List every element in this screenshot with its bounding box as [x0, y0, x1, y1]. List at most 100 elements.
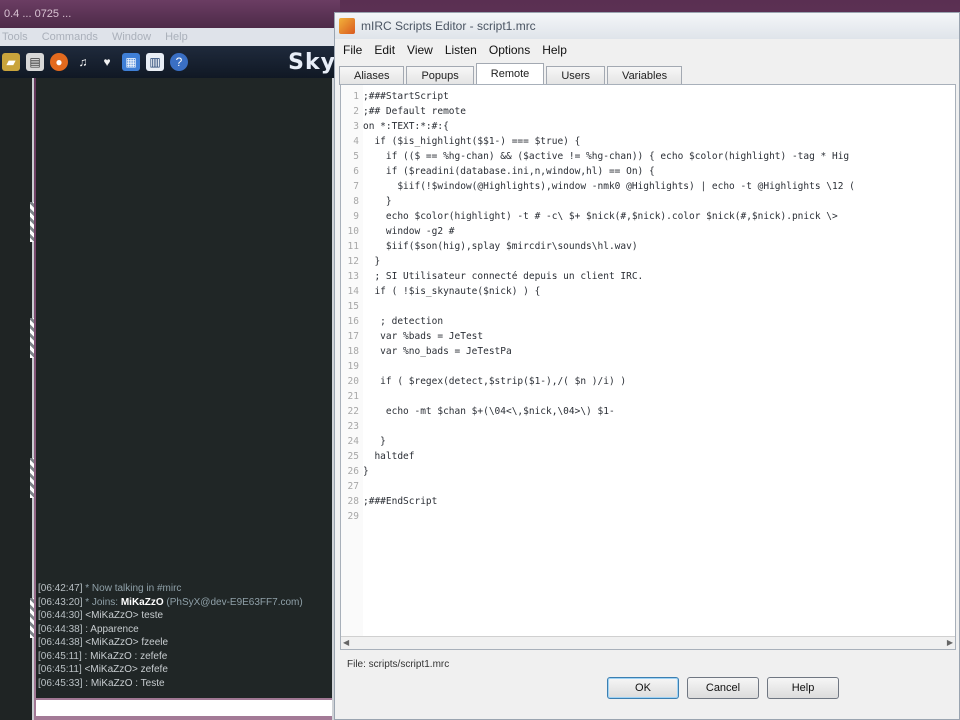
code-line[interactable]: 27 — [341, 479, 955, 494]
tab-aliases[interactable]: Aliases — [339, 66, 405, 85]
code-line[interactable]: 17 var %bads = JeTest — [341, 329, 955, 344]
line-number: 20 — [347, 376, 359, 387]
fox-icon[interactable]: ♥ — [98, 53, 116, 71]
code-line[interactable]: 25 haltdef — [341, 449, 955, 464]
code-line[interactable]: 16 ; detection — [341, 314, 955, 329]
mirc-main-window: 0.4 ... 0725 ... Tools Commands Window H… — [0, 0, 340, 720]
code-line[interactable]: 1 ;###StartScript — [341, 89, 955, 104]
code-line[interactable]: 13 ; SI Utilisateur connecté depuis un c… — [341, 269, 955, 284]
code-text: if ($is_highlight($$1-) === $true) { — [363, 136, 581, 147]
tab-popups[interactable]: Popups — [406, 66, 474, 85]
script-code-editor[interactable]: 1 ;###StartScript 2 ;## Default remote 3 on *… — [340, 84, 956, 650]
chat-pane[interactable]: [06:42:47] * Now talking in #mirc [06:43:… — [36, 78, 332, 698]
list-icon[interactable]: ▥ — [146, 53, 164, 71]
file-path-label: File: scripts/script1.mrc — [347, 659, 450, 670]
chat-text: <MiKaZzO> zefefe — [81, 664, 168, 675]
code-text: echo $color(highlight) -t # -c\ $+ $nick… — [363, 211, 838, 222]
line-number: 9 — [353, 211, 359, 222]
menu-options[interactable]: Options — [489, 43, 530, 57]
firefox-icon[interactable]: ● — [50, 53, 68, 71]
code-line[interactable]: 23 — [341, 419, 955, 434]
scroll-left-arrow-icon[interactable]: ◀ — [343, 638, 349, 647]
code-text: ; SI Utilisateur connecté depuis un clie… — [363, 271, 644, 282]
line-number: 25 — [347, 451, 359, 462]
code-line[interactable]: 20 if ( $regex(detect,$strip($1-),/( $n … — [341, 374, 955, 389]
line-number: 27 — [347, 481, 359, 492]
scrollbar-stripe — [30, 598, 34, 638]
code-line[interactable]: 5 if (($ == %hg-chan) && ($active != %hg… — [341, 149, 955, 164]
tab-variables[interactable]: Variables — [607, 66, 683, 85]
horizontal-scrollbar[interactable]: ◀ ▶ — [341, 636, 955, 649]
line-number: 6 — [353, 166, 359, 177]
chat-text: <MiKaZzO> fzeele — [82, 637, 169, 648]
line-number: 3 — [353, 121, 359, 132]
code-text: $iif($son(hig),splay $mircdir\sounds\hl.… — [363, 241, 638, 252]
code-line[interactable]: 8 } — [341, 194, 955, 209]
cancel-button[interactable]: Cancel — [687, 677, 759, 699]
main-menu-window[interactable]: Window — [112, 28, 151, 46]
code-line[interactable]: 24 } — [341, 434, 955, 449]
code-line[interactable]: 21 — [341, 389, 955, 404]
code-line[interactable]: 15 — [341, 299, 955, 314]
code-line[interactable]: 14 if ( !$is_skynaute($nick) ) { — [341, 284, 955, 299]
code-line[interactable]: 6 if ($readini(database.ini,n,window,hl)… — [341, 164, 955, 179]
code-line[interactable]: 4 if ($is_highlight($$1-) === $true) { — [341, 134, 955, 149]
main-window-title: 0.4 ... 0725 ... — [4, 8, 72, 20]
code-text: } — [363, 466, 369, 477]
chat-nick: MiKaZzO — [120, 596, 164, 608]
code-line[interactable]: 28 ;###EndScript — [341, 494, 955, 509]
chat-text: : MiKaZzO : Teste — [82, 677, 165, 689]
code-text: on *:TEXT:*:#:{ — [363, 121, 449, 132]
ok-button[interactable]: OK — [607, 677, 679, 699]
code-line[interactable]: 29 — [341, 509, 955, 524]
code-line[interactable]: 3 on *:TEXT:*:#:{ — [341, 119, 955, 134]
line-number: 17 — [347, 331, 359, 342]
chat-text: : MiKaZzO : zefefe — [81, 650, 168, 662]
code-line[interactable]: 2 ;## Default remote — [341, 104, 955, 119]
main-menu-help[interactable]: Help — [165, 28, 188, 46]
menu-help[interactable]: Help — [542, 43, 567, 57]
menu-listen[interactable]: Listen — [445, 43, 477, 57]
code-line[interactable]: 10 window -g2 # — [341, 224, 955, 239]
scroll-right-arrow-icon[interactable]: ▶ — [947, 638, 953, 647]
code-line[interactable]: 19 — [341, 359, 955, 374]
chat-timestamp: [06:45:11] — [38, 664, 82, 675]
code-line[interactable]: 18 var %no_bads = JeTestPa — [341, 344, 955, 359]
code-line[interactable]: 12 } — [341, 254, 955, 269]
code-line[interactable]: 26} — [341, 464, 955, 479]
main-menu-tools[interactable]: Tools — [2, 28, 28, 46]
folder-icon[interactable]: ▰ — [2, 53, 20, 71]
music-note-icon[interactable]: ♫ — [74, 53, 92, 71]
line-number: 23 — [347, 421, 359, 432]
tab-remote[interactable]: Remote — [475, 63, 545, 85]
tab-users[interactable]: Users — [546, 66, 606, 85]
code-line[interactable]: 9 echo $color(highlight) -t # -c\ $+ $ni… — [341, 209, 955, 224]
grid-icon[interactable]: ▦ — [122, 53, 140, 71]
help-button[interactable]: Help — [767, 677, 839, 699]
menu-file[interactable]: File — [343, 43, 362, 57]
menu-view[interactable]: View — [407, 43, 433, 57]
line-number: 5 — [353, 151, 359, 162]
code-text: if ( $regex(detect,$strip($1-),/( $n )/i… — [363, 376, 627, 387]
code-line[interactable]: 11 $iif($son(hig),splay $mircdir\sounds\… — [341, 239, 955, 254]
chat-message: [06:44:30] <MiKaZzO> teste — [36, 609, 332, 623]
menu-edit[interactable]: Edit — [374, 43, 395, 57]
info-icon[interactable]: ? — [170, 53, 188, 71]
code-line[interactable]: 7 $iif(!$window(@Highlights),window -nmk… — [341, 179, 955, 194]
chat-timestamp: [06:45:33] — [38, 677, 83, 689]
chat-text: * Joins: — [82, 596, 121, 608]
chat-input[interactable] — [36, 700, 332, 716]
code-text: } — [363, 256, 381, 267]
main-menu-commands[interactable]: Commands — [42, 28, 98, 46]
code-line[interactable]: 22 echo -mt $chan $+(\04<\,$nick,\04>\) … — [341, 404, 955, 419]
document-icon[interactable]: ▤ — [26, 53, 44, 71]
chat-timestamp: [06:44:30] — [38, 610, 83, 621]
chat-message: [06:45:33] : MiKaZzO : Teste — [36, 677, 332, 691]
editor-titlebar[interactable]: mIRC Scripts Editor - script1.mrc — [335, 13, 959, 39]
code-text: echo -mt $chan $+(\04<\,$nick,\04>\) $1- — [363, 406, 615, 417]
line-number: 19 — [347, 361, 359, 372]
chat-text: * Now talking in #mirc — [82, 583, 182, 594]
